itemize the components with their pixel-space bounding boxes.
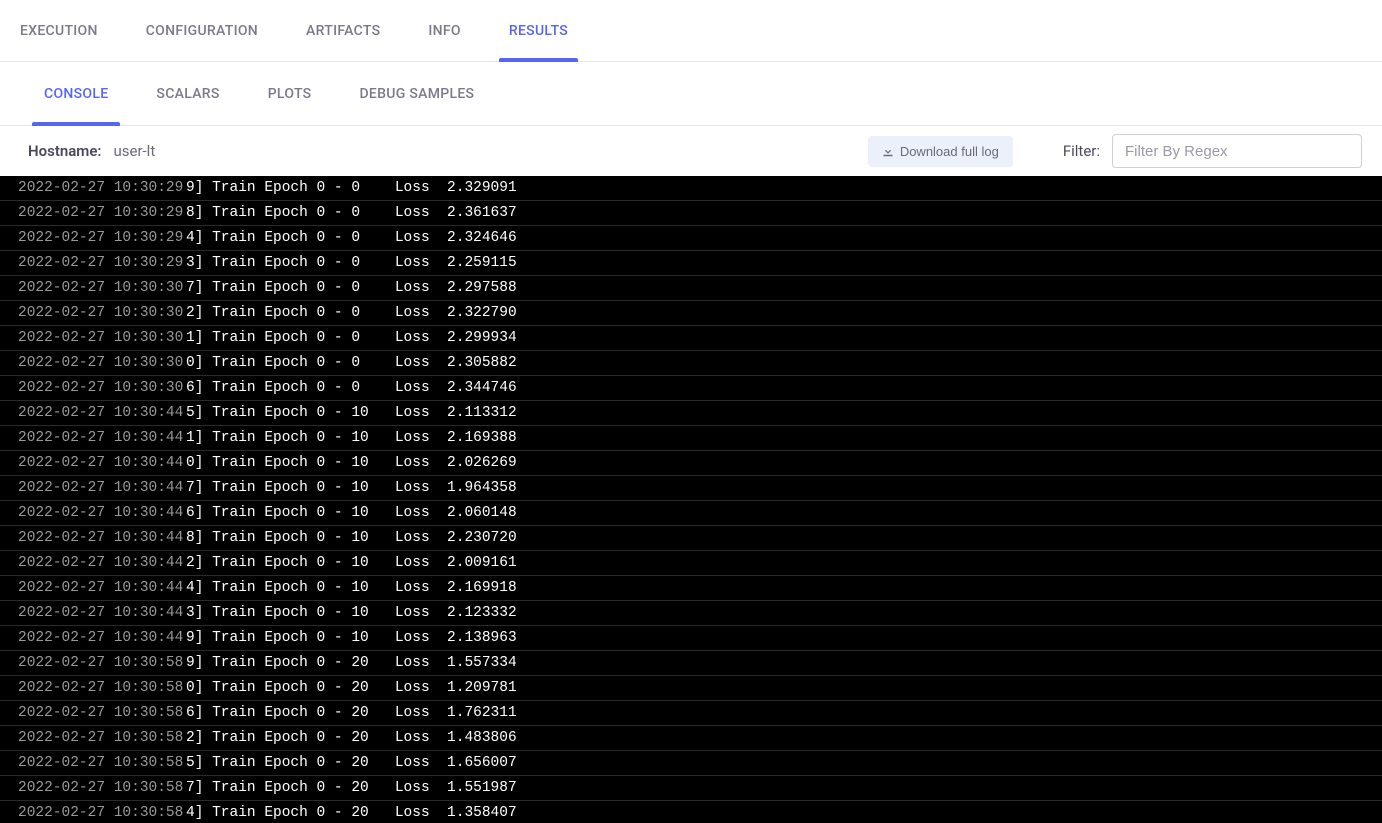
tab-info[interactable]: INFO <box>428 0 460 62</box>
log-message: 4] Train Epoch 0 - 10 Loss 2.169918 <box>170 576 1382 600</box>
log-row: 2022-02-27 10:30:447] Train Epoch 0 - 10… <box>0 476 1382 501</box>
download-icon <box>882 145 894 157</box>
log-timestamp: 2022-02-27 10:30:44 <box>0 451 170 475</box>
log-message: 3] Train Epoch 0 - 10 Loss 2.123332 <box>170 601 1382 625</box>
log-message: 8] Train Epoch 0 - 0 Loss 2.361637 <box>170 201 1382 225</box>
log-timestamp: 2022-02-27 10:30:30 <box>0 276 170 300</box>
log-timestamp: 2022-02-27 10:30:58 <box>0 776 170 800</box>
subtab-scalars[interactable]: SCALARS <box>156 62 219 126</box>
log-timestamp: 2022-02-27 10:30:44 <box>0 601 170 625</box>
log-message: 0] Train Epoch 0 - 0 Loss 2.305882 <box>170 351 1382 375</box>
log-row: 2022-02-27 10:30:582] Train Epoch 0 - 20… <box>0 726 1382 751</box>
tabs-primary: EXECUTION CONFIGURATION ARTIFACTS INFO RESUL… <box>0 0 1382 62</box>
log-message: 7] Train Epoch 0 - 0 Loss 2.297588 <box>170 276 1382 300</box>
log-row: 2022-02-27 10:30:580] Train Epoch 0 - 20… <box>0 676 1382 701</box>
log-row: 2022-02-27 10:30:589] Train Epoch 0 - 20… <box>0 651 1382 676</box>
log-timestamp: 2022-02-27 10:30:58 <box>0 726 170 750</box>
log-row: 2022-02-27 10:30:306] Train Epoch 0 - 0 … <box>0 376 1382 401</box>
log-row: 2022-02-27 10:30:441] Train Epoch 0 - 10… <box>0 426 1382 451</box>
download-full-log-button[interactable]: Download full log <box>868 136 1013 167</box>
log-message: 1] Train Epoch 0 - 0 Loss 2.299934 <box>170 326 1382 350</box>
log-row: 2022-02-27 10:30:446] Train Epoch 0 - 10… <box>0 501 1382 526</box>
log-message: 0] Train Epoch 0 - 10 Loss 2.026269 <box>170 451 1382 475</box>
log-message: 6] Train Epoch 0 - 20 Loss 1.762311 <box>170 701 1382 725</box>
filter-input[interactable] <box>1112 134 1362 168</box>
log-message: 9] Train Epoch 0 - 20 Loss 1.557334 <box>170 651 1382 675</box>
log-row: 2022-02-27 10:30:302] Train Epoch 0 - 0 … <box>0 301 1382 326</box>
log-row: 2022-02-27 10:30:300] Train Epoch 0 - 0 … <box>0 351 1382 376</box>
log-timestamp: 2022-02-27 10:30:58 <box>0 676 170 700</box>
log-timestamp: 2022-02-27 10:30:30 <box>0 326 170 350</box>
log-message: 7] Train Epoch 0 - 10 Loss 1.964358 <box>170 476 1382 500</box>
log-message: 3] Train Epoch 0 - 0 Loss 2.259115 <box>170 251 1382 275</box>
tabs-secondary: CONSOLE SCALARS PLOTS DEBUG SAMPLES <box>0 62 1382 126</box>
log-message: 4] Train Epoch 0 - 20 Loss 1.358407 <box>170 801 1382 823</box>
log-row: 2022-02-27 10:30:587] Train Epoch 0 - 20… <box>0 776 1382 801</box>
log-timestamp: 2022-02-27 10:30:44 <box>0 426 170 450</box>
log-message: 6] Train Epoch 0 - 10 Loss 2.060148 <box>170 501 1382 525</box>
log-message: 5] Train Epoch 0 - 10 Loss 2.113312 <box>170 401 1382 425</box>
console-output[interactable]: 2022-02-27 10:30:299] Train Epoch 0 - 0 … <box>0 176 1382 823</box>
log-timestamp: 2022-02-27 10:30:30 <box>0 376 170 400</box>
log-timestamp: 2022-02-27 10:30:58 <box>0 701 170 725</box>
log-row: 2022-02-27 10:30:585] Train Epoch 0 - 20… <box>0 751 1382 776</box>
log-timestamp: 2022-02-27 10:30:44 <box>0 401 170 425</box>
subtab-console[interactable]: CONSOLE <box>44 62 108 126</box>
log-row: 2022-02-27 10:30:584] Train Epoch 0 - 20… <box>0 801 1382 823</box>
subtab-plots[interactable]: PLOTS <box>268 62 312 126</box>
log-message: 2] Train Epoch 0 - 10 Loss 2.009161 <box>170 551 1382 575</box>
hostname-label: Hostname: <box>28 142 101 160</box>
log-message: 6] Train Epoch 0 - 0 Loss 2.344746 <box>170 376 1382 400</box>
log-timestamp: 2022-02-27 10:30:30 <box>0 351 170 375</box>
log-timestamp: 2022-02-27 10:30:44 <box>0 526 170 550</box>
log-row: 2022-02-27 10:30:586] Train Epoch 0 - 20… <box>0 701 1382 726</box>
log-timestamp: 2022-02-27 10:30:44 <box>0 501 170 525</box>
log-message: 5] Train Epoch 0 - 20 Loss 1.656007 <box>170 751 1382 775</box>
log-timestamp: 2022-02-27 10:30:29 <box>0 226 170 250</box>
log-timestamp: 2022-02-27 10:30:58 <box>0 751 170 775</box>
controls-bar: Hostname: user-lt Download full log Filt… <box>0 126 1382 176</box>
log-message: 4] Train Epoch 0 - 0 Loss 2.324646 <box>170 226 1382 250</box>
hostname-value: user-lt <box>113 142 155 160</box>
log-row: 2022-02-27 10:30:299] Train Epoch 0 - 0 … <box>0 176 1382 201</box>
log-message: 2] Train Epoch 0 - 20 Loss 1.483806 <box>170 726 1382 750</box>
log-row: 2022-02-27 10:30:298] Train Epoch 0 - 0 … <box>0 201 1382 226</box>
download-full-log-label: Download full log <box>900 144 999 159</box>
log-message: 2] Train Epoch 0 - 0 Loss 2.322790 <box>170 301 1382 325</box>
tab-artifacts[interactable]: ARTIFACTS <box>306 0 380 62</box>
tab-execution[interactable]: EXECUTION <box>20 0 98 62</box>
log-row: 2022-02-27 10:30:307] Train Epoch 0 - 0 … <box>0 276 1382 301</box>
tab-configuration[interactable]: CONFIGURATION <box>146 0 258 62</box>
log-timestamp: 2022-02-27 10:30:29 <box>0 251 170 275</box>
filter-label: Filter: <box>1063 142 1100 160</box>
log-message: 9] Train Epoch 0 - 0 Loss 2.329091 <box>170 176 1382 200</box>
log-row: 2022-02-27 10:30:442] Train Epoch 0 - 10… <box>0 551 1382 576</box>
log-row: 2022-02-27 10:30:449] Train Epoch 0 - 10… <box>0 626 1382 651</box>
log-message: 8] Train Epoch 0 - 10 Loss 2.230720 <box>170 526 1382 550</box>
log-row: 2022-02-27 10:30:301] Train Epoch 0 - 0 … <box>0 326 1382 351</box>
tab-results[interactable]: RESULTS <box>509 0 568 62</box>
log-message: 0] Train Epoch 0 - 20 Loss 1.209781 <box>170 676 1382 700</box>
log-timestamp: 2022-02-27 10:30:29 <box>0 176 170 200</box>
log-timestamp: 2022-02-27 10:30:58 <box>0 651 170 675</box>
log-timestamp: 2022-02-27 10:30:44 <box>0 576 170 600</box>
log-message: 1] Train Epoch 0 - 10 Loss 2.169388 <box>170 426 1382 450</box>
log-row: 2022-02-27 10:30:293] Train Epoch 0 - 0 … <box>0 251 1382 276</box>
log-timestamp: 2022-02-27 10:30:58 <box>0 801 170 823</box>
log-timestamp: 2022-02-27 10:30:30 <box>0 301 170 325</box>
log-message: 7] Train Epoch 0 - 20 Loss 1.551987 <box>170 776 1382 800</box>
log-row: 2022-02-27 10:30:444] Train Epoch 0 - 10… <box>0 576 1382 601</box>
subtab-debug[interactable]: DEBUG SAMPLES <box>359 62 474 126</box>
log-row: 2022-02-27 10:30:443] Train Epoch 0 - 10… <box>0 601 1382 626</box>
log-timestamp: 2022-02-27 10:30:44 <box>0 551 170 575</box>
log-row: 2022-02-27 10:30:440] Train Epoch 0 - 10… <box>0 451 1382 476</box>
log-row: 2022-02-27 10:30:448] Train Epoch 0 - 10… <box>0 526 1382 551</box>
log-row: 2022-02-27 10:30:445] Train Epoch 0 - 10… <box>0 401 1382 426</box>
log-row: 2022-02-27 10:30:294] Train Epoch 0 - 0 … <box>0 226 1382 251</box>
log-timestamp: 2022-02-27 10:30:29 <box>0 201 170 225</box>
log-timestamp: 2022-02-27 10:30:44 <box>0 476 170 500</box>
log-timestamp: 2022-02-27 10:30:44 <box>0 626 170 650</box>
log-message: 9] Train Epoch 0 - 10 Loss 2.138963 <box>170 626 1382 650</box>
